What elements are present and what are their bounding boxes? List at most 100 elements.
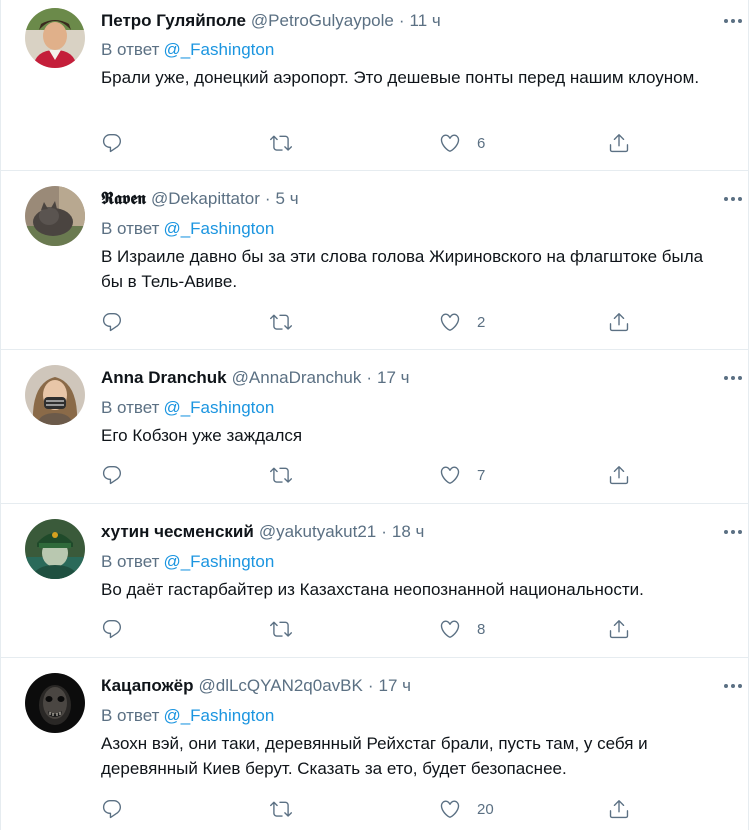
share-button[interactable] xyxy=(608,796,630,822)
timestamp[interactable]: 18 ч xyxy=(392,522,425,541)
avatar[interactable] xyxy=(25,186,85,246)
reply-mention-link[interactable]: @_Fashington xyxy=(163,552,274,571)
reply-context: В ответ @_Fashington xyxy=(101,704,274,728)
display-name[interactable]: хутин чесменский xyxy=(101,522,254,541)
like-count: 20 xyxy=(477,800,494,818)
tweet[interactable]: хутин чесменский @yakutyakut21 · 18 ч В отв… xyxy=(1,504,748,658)
reply-icon xyxy=(101,464,123,486)
user-handle[interactable]: @PetroGulyaypole xyxy=(251,11,394,30)
action-bar: 8 xyxy=(101,616,641,642)
retweet-icon xyxy=(270,798,292,820)
more-options-button[interactable] xyxy=(721,674,745,698)
action-bar: 7 xyxy=(101,462,641,488)
retweet-icon xyxy=(270,464,292,486)
avatar[interactable] xyxy=(25,519,85,579)
share-button[interactable] xyxy=(608,130,630,156)
tweet[interactable]: Петро Гуляйполе @PetroGulyaypole · 11 ч В о… xyxy=(1,0,748,171)
like-icon xyxy=(439,798,461,820)
more-options-button[interactable] xyxy=(721,520,745,544)
replies-feed: Петро Гуляйполе @PetroGulyaypole · 11 ч В о… xyxy=(0,0,749,830)
tweet-header: хутин чесменский @yakutyakut21 · 18 ч xyxy=(101,521,424,543)
avatar[interactable] xyxy=(25,8,85,68)
more-icon xyxy=(721,376,745,394)
like-count: 7 xyxy=(477,466,486,484)
avatar[interactable] xyxy=(25,673,85,733)
reply-prefix: В ответ xyxy=(101,398,160,417)
like-count: 6 xyxy=(477,134,486,152)
separator-dot: · xyxy=(367,676,374,695)
tweet-text: Брали уже, донецкий аэропорт. Это дешевы… xyxy=(101,68,700,87)
display-name[interactable]: 𝕽𝖆𝖛𝖊𝖓 xyxy=(101,189,146,208)
separator-dot: · xyxy=(264,189,271,208)
reply-icon xyxy=(101,618,123,640)
retweet-button[interactable] xyxy=(270,462,292,488)
like-button[interactable]: 2 xyxy=(439,309,485,335)
action-bar: 2 xyxy=(101,309,641,335)
like-count: 2 xyxy=(477,313,486,331)
reply-prefix: В ответ xyxy=(101,40,160,59)
retweet-button[interactable] xyxy=(270,796,292,822)
more-options-button[interactable] xyxy=(721,366,745,390)
more-options-button[interactable] xyxy=(721,187,745,211)
share-icon xyxy=(608,311,630,333)
reply-prefix: В ответ xyxy=(101,552,160,571)
retweet-icon xyxy=(270,311,292,333)
user-handle[interactable]: @dlLcQYAN2q0avBK xyxy=(198,676,362,695)
like-icon xyxy=(439,132,461,154)
like-button[interactable]: 7 xyxy=(439,462,485,488)
tweet[interactable]: 𝕽𝖆𝖛𝖊𝖓 @Dekapittator · 5 ч В ответ @_Fashingt… xyxy=(1,171,748,350)
reply-button[interactable] xyxy=(101,462,123,488)
reply-prefix: В ответ xyxy=(101,706,160,725)
user-handle[interactable]: @AnnaDranchuk xyxy=(232,368,362,387)
reply-icon xyxy=(101,798,123,820)
reply-icon xyxy=(101,311,123,333)
tweet[interactable]: Кацапожёр @dlLcQYAN2q0avBK · 17 ч В ответ @_… xyxy=(1,658,748,830)
avatar[interactable] xyxy=(25,365,85,425)
like-icon xyxy=(439,618,461,640)
display-name[interactable]: Петро Гуляйполе xyxy=(101,11,246,30)
more-icon xyxy=(721,684,745,702)
reply-context: В ответ @_Fashington xyxy=(101,38,274,62)
action-bar: 6 xyxy=(101,130,641,156)
timestamp[interactable]: 17 ч xyxy=(379,676,412,695)
retweet-button[interactable] xyxy=(270,616,292,642)
share-button[interactable] xyxy=(608,309,630,335)
timestamp[interactable]: 5 ч xyxy=(276,189,299,208)
reply-context: В ответ @_Fashington xyxy=(101,217,274,241)
user-handle[interactable]: @Dekapittator xyxy=(151,189,260,208)
reply-mention-link[interactable]: @_Fashington xyxy=(163,398,274,417)
retweet-icon xyxy=(270,618,292,640)
separator-dot: · xyxy=(366,368,373,387)
reply-mention-link[interactable]: @_Fashington xyxy=(163,706,274,725)
display-name[interactable]: Anna Dranchuk xyxy=(101,368,227,387)
more-icon xyxy=(721,19,745,37)
more-options-button[interactable] xyxy=(721,9,745,33)
share-button[interactable] xyxy=(608,462,630,488)
reply-button[interactable] xyxy=(101,796,123,822)
display-name[interactable]: Кацапожёр xyxy=(101,676,193,695)
reply-context: В ответ @_Fashington xyxy=(101,550,274,574)
more-icon xyxy=(721,530,745,548)
share-button[interactable] xyxy=(608,616,630,642)
timestamp[interactable]: 17 ч xyxy=(377,368,410,387)
tweet-header: 𝕽𝖆𝖛𝖊𝖓 @Dekapittator · 5 ч xyxy=(101,188,299,210)
reply-button[interactable] xyxy=(101,130,123,156)
reply-mention-link[interactable]: @_Fashington xyxy=(163,40,274,59)
like-button[interactable]: 8 xyxy=(439,616,485,642)
reply-button[interactable] xyxy=(101,309,123,335)
tweet[interactable]: Anna Dranchuk @AnnaDranchuk · 17 ч В ответ @… xyxy=(1,350,748,504)
reply-button[interactable] xyxy=(101,616,123,642)
reply-icon xyxy=(101,132,123,154)
like-icon xyxy=(439,464,461,486)
action-bar: 20 xyxy=(101,796,641,822)
reply-mention-link[interactable]: @_Fashington xyxy=(163,219,274,238)
retweet-button[interactable] xyxy=(270,130,292,156)
like-button[interactable]: 6 xyxy=(439,130,485,156)
retweet-button[interactable] xyxy=(270,309,292,335)
tweet-header: Anna Dranchuk @AnnaDranchuk · 17 ч xyxy=(101,367,410,389)
share-icon xyxy=(608,618,630,640)
like-button[interactable]: 20 xyxy=(439,796,494,822)
timestamp[interactable]: 11 ч xyxy=(410,11,441,30)
user-handle[interactable]: @yakutyakut21 xyxy=(259,522,376,541)
tweet-text: Азохн вэй, они таки, деревянный Рейхстаг… xyxy=(101,734,648,778)
